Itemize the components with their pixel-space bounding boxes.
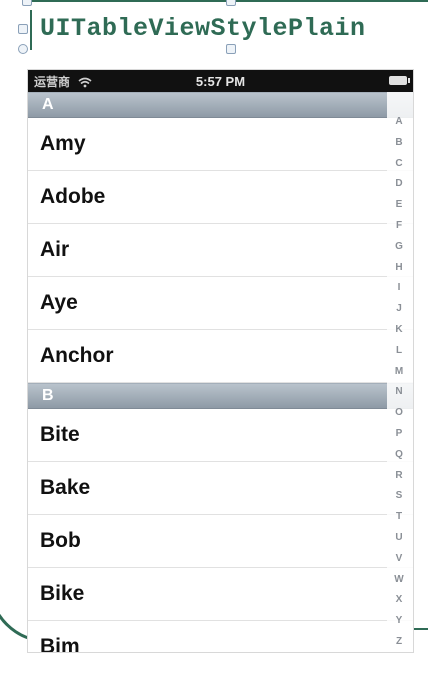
table-row[interactable]: Amy <box>28 118 413 171</box>
index-letter[interactable]: N <box>395 382 402 403</box>
index-letter[interactable]: E <box>396 195 403 216</box>
resize-handle-bottom[interactable] <box>226 44 236 54</box>
index-letter[interactable]: T <box>396 507 402 528</box>
index-letter[interactable]: W <box>394 570 403 591</box>
index-letter[interactable]: A <box>395 112 402 133</box>
resize-handle-top[interactable] <box>226 0 236 6</box>
index-letter[interactable]: M <box>395 362 403 383</box>
table-row[interactable]: Aye <box>28 277 413 330</box>
index-letter[interactable]: Z <box>396 632 402 652</box>
table-row[interactable]: Bim <box>28 621 413 652</box>
battery-icon <box>389 76 410 85</box>
section-index[interactable]: ABCDEFGHIJKLMNOPQRSTUVWXYZ <box>391 112 407 652</box>
index-letter[interactable]: Y <box>396 611 403 632</box>
index-letter[interactable]: B <box>395 133 402 154</box>
resize-handle-left[interactable] <box>18 24 28 34</box>
index-letter[interactable]: J <box>396 299 402 320</box>
index-letter[interactable]: F <box>396 216 402 237</box>
table-row[interactable]: Bake <box>28 462 413 515</box>
index-letter[interactable]: Q <box>395 445 403 466</box>
index-letter[interactable]: L <box>396 341 402 362</box>
table-view[interactable]: A Amy Adobe Air Aye Anchor B Bite Bake Bob Bike Bim <box>28 92 413 652</box>
index-letter[interactable]: D <box>395 174 402 195</box>
index-letter[interactable]: P <box>396 424 403 445</box>
index-letter[interactable]: H <box>395 258 402 279</box>
index-letter[interactable]: V <box>396 549 403 570</box>
index-letter[interactable]: U <box>395 528 402 549</box>
resize-handle-top-left[interactable] <box>22 0 32 6</box>
resize-handle-bottom-left[interactable] <box>18 44 28 54</box>
status-bar: 运营商 5:57 PM <box>28 70 413 92</box>
table-row[interactable]: Bite <box>28 409 413 462</box>
table-row[interactable]: Air <box>28 224 413 277</box>
index-letter[interactable]: R <box>395 466 402 487</box>
section-header: B <box>28 383 413 409</box>
table-row[interactable]: Bike <box>28 568 413 621</box>
index-letter[interactable]: G <box>395 237 403 258</box>
annotation-label: UITableViewStylePlain <box>30 10 366 50</box>
phone-screen: 运营商 5:57 PM A Amy Adobe Air Aye Anchor B Bite Ba… <box>28 70 413 652</box>
index-letter[interactable]: C <box>395 154 402 175</box>
index-letter[interactable]: O <box>395 403 403 424</box>
index-letter[interactable]: S <box>396 486 403 507</box>
index-letter[interactable]: I <box>398 278 401 299</box>
annotation-title: UITableViewStylePlain <box>40 14 366 43</box>
section-header: A <box>28 92 413 118</box>
table-row[interactable]: Adobe <box>28 171 413 224</box>
annotation-bar <box>30 10 32 50</box>
status-time: 5:57 PM <box>195 73 246 89</box>
table-row[interactable]: Anchor <box>28 330 413 383</box>
table-row[interactable]: Bob <box>28 515 413 568</box>
index-letter[interactable]: K <box>395 320 402 341</box>
index-letter[interactable]: X <box>396 590 403 611</box>
